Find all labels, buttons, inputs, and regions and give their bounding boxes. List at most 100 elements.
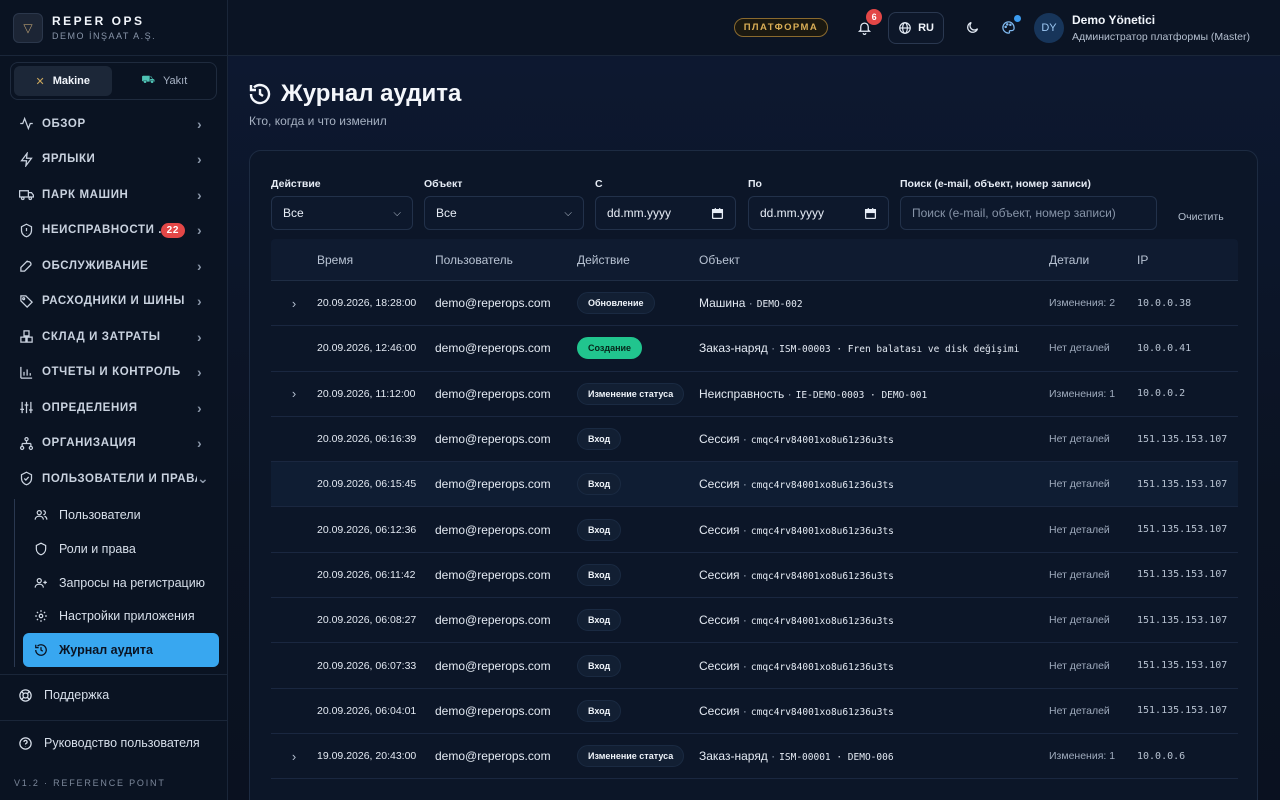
column-header-user[interactable]: Пользователь	[435, 253, 577, 267]
table-row[interactable]: 20.09.2026, 06:11:42 demo@reperops.com Вхо…	[271, 553, 1238, 599]
chart-icon	[18, 364, 34, 380]
action-badge: Вход	[577, 609, 622, 632]
table-row[interactable]: › 19.09.2026, 20:43:00 demo@reperops.com Из…	[271, 734, 1238, 780]
expand-row-chevron-icon[interactable]: ›	[271, 749, 317, 764]
row-details: Нет деталей	[1049, 478, 1110, 491]
table-row[interactable]: 20.09.2026, 06:04:01 demo@reperops.com Вхо…	[271, 689, 1238, 734]
row-ip: 151.135.153.107	[1137, 705, 1228, 717]
platform-badge[interactable]: ПЛАТФОРМА	[733, 18, 829, 37]
row-user: demo@reperops.com	[435, 613, 551, 628]
column-header-details[interactable]: Детали	[1049, 253, 1137, 267]
top-bar: ПЛАТФОРМА 6 RU DY Demo Yönetici Админист…	[228, 0, 1280, 56]
calendar-icon[interactable]	[711, 207, 724, 220]
row-action-cell: Создание	[577, 337, 699, 360]
action-badge: Создание	[577, 337, 643, 360]
table-row[interactable]: 20.09.2026, 06:15:45 demo@reperops.com Вхо…	[271, 462, 1238, 508]
theme-toggle-button[interactable]	[958, 14, 986, 42]
action-badge: Обновление	[577, 292, 655, 315]
calendar-icon[interactable]	[864, 207, 877, 220]
column-header-time[interactable]: Время	[317, 253, 435, 267]
avatar[interactable]: DY	[1034, 12, 1064, 43]
main-content: Журнал аудита Кто, когда и что изменил Д…	[228, 56, 1280, 800]
nav-item-shortcuts[interactable]: ЯРЛЫКИ ›	[0, 142, 227, 178]
subnav-item-users[interactable]: Пользователи	[23, 499, 219, 533]
row-details[interactable]: Изменения: 1	[1049, 388, 1137, 400]
subnav-item-registration-requests[interactable]: Запросы на регистрацию	[23, 566, 219, 600]
user-guide-link[interactable]: Руководство пользователя	[0, 723, 228, 763]
nav-item-definitions[interactable]: ОПРЕДЕЛЕНИЯ ›	[0, 390, 227, 426]
table-row[interactable]: 20.09.2026, 06:16:39 demo@reperops.com Вхо…	[271, 417, 1238, 463]
palette-button[interactable]	[994, 14, 1022, 42]
table-body: › 20.09.2026, 18:28:00 demo@reperops.com Об…	[271, 281, 1238, 780]
chevron-right-icon: ›	[197, 115, 203, 132]
date-to-input[interactable]: dd.mm.yyyy	[748, 196, 889, 230]
nav-item-organization[interactable]: ОРГАНИЗАЦИЯ ›	[0, 426, 227, 462]
brand[interactable]: ▽ REPER OPS DEMO İNŞAAT A.Ş.	[0, 0, 227, 56]
bolt-icon	[18, 151, 34, 167]
nav-item-faults[interactable]: НЕИСПРАВНОСТИ ... 22 ›	[0, 213, 227, 249]
subnav-label: Пользователи	[59, 508, 141, 523]
table-row[interactable]: 20.09.2026, 06:08:27 demo@reperops.com Вхо…	[271, 598, 1238, 644]
object-filter-select[interactable]: Все ⌵	[424, 196, 584, 230]
expand-row-chevron-icon[interactable]: ›	[271, 386, 317, 401]
row-details[interactable]: Изменения: 1	[1049, 750, 1137, 762]
row-object: Сессия · cmqc4rv84001xo8u61z36u3ts	[699, 523, 1049, 537]
nav-item-maintenance[interactable]: ОБСЛУЖИВАНИЕ ›	[0, 248, 227, 284]
nav-item-consumables[interactable]: РАСХОДНИКИ И ШИНЫ ›	[0, 284, 227, 320]
row-details[interactable]: Изменения: 2	[1049, 297, 1137, 309]
column-header-ip[interactable]: IP	[1137, 253, 1237, 267]
subnav-item-roles[interactable]: Роли и права	[23, 532, 219, 566]
object-separator: ·	[742, 703, 747, 718]
table-row[interactable]: 20.09.2026, 06:12:36 demo@reperops.com Вхо…	[271, 507, 1238, 553]
row-object-ref: ISM-00003 · Fren balatası ve disk değişi…	[779, 344, 1020, 356]
chevron-right-icon: ›	[197, 151, 203, 168]
row-object: Сессия · cmqc4rv84001xo8u61z36u3ts	[699, 432, 1049, 446]
mode-makine-label: Makine	[52, 75, 90, 87]
column-header-action[interactable]: Действие	[577, 253, 699, 267]
date-to-label: По	[748, 178, 762, 190]
notifications-button[interactable]: 6	[854, 8, 883, 38]
subnav-label: Настройки приложения	[59, 609, 195, 624]
clear-filters-button[interactable]: Очистить	[1178, 211, 1224, 223]
row-object-type: Сессия	[699, 432, 740, 447]
expand-row-chevron-icon[interactable]: ›	[271, 296, 317, 311]
mode-yakit-button[interactable]: ⛟ Yakıt	[116, 66, 214, 96]
row-object: Сессия · cmqc4rv84001xo8u61z36u3ts	[699, 659, 1049, 673]
table-row[interactable]: › 20.09.2026, 18:28:00 demo@reperops.com Об…	[271, 281, 1238, 327]
row-object-type: Машина	[699, 296, 746, 311]
table-row[interactable]: › 20.09.2026, 11:12:00 demo@reperops.com Из…	[271, 372, 1238, 417]
date-from-label: С	[595, 178, 603, 190]
nav-item-warehouse[interactable]: СКЛАД И ЗАТРАТЫ ›	[0, 319, 227, 355]
nav-item-fleet[interactable]: ПАРК МАШИН ›	[0, 177, 227, 213]
row-ip: 10.0.0.38	[1137, 297, 1192, 309]
user-info[interactable]: Demo Yönetici Администратор платформы (M…	[1072, 13, 1250, 43]
subnav-item-audit-log[interactable]: Журнал аудита	[23, 633, 219, 667]
support-link[interactable]: Поддержка	[0, 675, 228, 715]
shield-check-icon	[18, 471, 34, 487]
chevron-right-icon: ›	[197, 435, 203, 452]
mode-makine-button[interactable]: ✕ Makine	[14, 66, 112, 96]
row-object-type: Сессия	[699, 567, 740, 582]
table-row[interactable]: 20.09.2026, 06:07:33 demo@reperops.com Вхо…	[271, 643, 1238, 689]
brand-logo-icon: ▽	[13, 12, 43, 43]
faults-count-badge: 22	[160, 222, 185, 238]
table-row[interactable]: 20.09.2026, 12:46:00 demo@reperops.com Соз…	[271, 326, 1238, 372]
row-time: 20.09.2026, 06:15:45	[317, 478, 417, 491]
column-header-object[interactable]: Объект	[699, 253, 1049, 267]
search-input[interactable]: Поиск (e-mail, объект, номер записи)	[900, 196, 1157, 230]
sliders-icon	[18, 400, 34, 416]
nav-item-reports[interactable]: ОТЧЁТЫ И КОНТРОЛЬ ›	[0, 355, 227, 391]
date-from-input[interactable]: dd.mm.yyyy	[595, 196, 736, 230]
row-time: 20.09.2026, 06:04:01	[317, 704, 417, 717]
nav-item-overview[interactable]: ОБЗОР ›	[0, 106, 227, 142]
nav-label: СКЛАД И ЗАТРАТЫ	[42, 330, 161, 343]
nav-item-users-rights[interactable]: ПОЛЬЗОВАТЕЛИ И ПРАВА ⌄	[0, 461, 227, 497]
subnav-item-app-settings[interactable]: Настройки приложения	[23, 600, 219, 634]
action-badge: Изменение статуса	[577, 745, 685, 768]
language-selector[interactable]: RU	[888, 11, 944, 44]
history-icon	[248, 82, 272, 106]
gear-icon	[33, 609, 49, 623]
filters-bar: Действие Все ⌵ Объект Все ⌵ С dd.mm.yyyy…	[271, 178, 1239, 232]
chevron-right-icon: ›	[197, 293, 203, 310]
action-filter-select[interactable]: Все ⌵	[271, 196, 413, 230]
